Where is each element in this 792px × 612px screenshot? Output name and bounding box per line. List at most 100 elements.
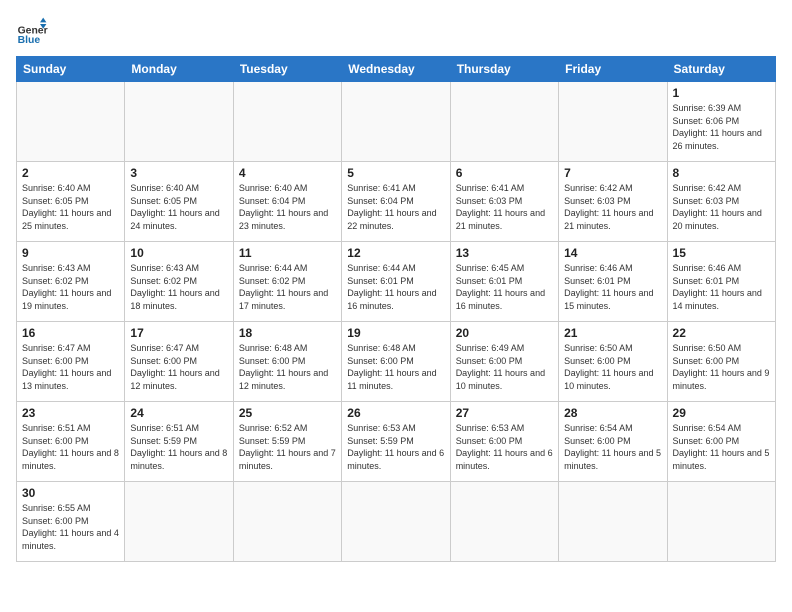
weekday-sunday: Sunday [17, 57, 125, 82]
day-number: 24 [130, 406, 227, 420]
day-info: Sunrise: 6:40 AM Sunset: 6:05 PM Dayligh… [130, 182, 227, 232]
day-info: Sunrise: 6:48 AM Sunset: 6:00 PM Dayligh… [239, 342, 336, 392]
day-info: Sunrise: 6:43 AM Sunset: 6:02 PM Dayligh… [130, 262, 227, 312]
calendar-cell: 12 Sunrise: 6:44 AM Sunset: 6:01 PM Dayli… [342, 242, 450, 322]
day-info: Sunrise: 6:49 AM Sunset: 6:00 PM Dayligh… [456, 342, 553, 392]
calendar-cell: 19 Sunrise: 6:48 AM Sunset: 6:00 PM Dayli… [342, 322, 450, 402]
day-info: Sunrise: 6:39 AM Sunset: 6:06 PM Dayligh… [673, 102, 770, 152]
day-number: 30 [22, 486, 119, 500]
calendar-cell: 16 Sunrise: 6:47 AM Sunset: 6:00 PM Dayli… [17, 322, 125, 402]
calendar-cell: 25 Sunrise: 6:52 AM Sunset: 5:59 PM Dayli… [233, 402, 341, 482]
day-info: Sunrise: 6:54 AM Sunset: 6:00 PM Dayligh… [673, 422, 770, 472]
calendar-cell: 5Sunrise: 6:41 AM Sunset: 6:04 PM Daylig… [342, 162, 450, 242]
logo-icon: General Blue [16, 16, 48, 48]
day-number: 29 [673, 406, 770, 420]
day-number: 21 [564, 326, 661, 340]
calendar-body: 1 Sunrise: 6:39 AM Sunset: 6:06 PM Daylig… [17, 82, 776, 562]
calendar-cell: 24 Sunrise: 6:51 AM Sunset: 5:59 PM Dayli… [125, 402, 233, 482]
day-number: 9 [22, 246, 119, 260]
day-info: Sunrise: 6:51 AM Sunset: 6:00 PM Dayligh… [22, 422, 119, 472]
calendar-cell: 7 Sunrise: 6:42 AM Sunset: 6:03 PM Daylig… [559, 162, 667, 242]
calendar-cell: 27 Sunrise: 6:53 AM Sunset: 6:00 PM Dayli… [450, 402, 558, 482]
weekday-wednesday: Wednesday [342, 57, 450, 82]
day-info: Sunrise: 6:40 AM Sunset: 6:04 PM Dayligh… [239, 182, 336, 232]
weekday-friday: Friday [559, 57, 667, 82]
day-info: Sunrise: 6:42 AM Sunset: 6:03 PM Dayligh… [564, 182, 661, 232]
weekday-header-row: SundayMondayTuesdayWednesdayThursdayFrid… [17, 57, 776, 82]
calendar-cell: 26Sunrise: 6:53 AM Sunset: 5:59 PM Dayli… [342, 402, 450, 482]
calendar-cell: 9Sunrise: 6:43 AM Sunset: 6:02 PM Daylig… [17, 242, 125, 322]
calendar-week-0: 1 Sunrise: 6:39 AM Sunset: 6:06 PM Daylig… [17, 82, 776, 162]
day-info: Sunrise: 6:46 AM Sunset: 6:01 PM Dayligh… [673, 262, 770, 312]
day-number: 27 [456, 406, 553, 420]
day-info: Sunrise: 6:44 AM Sunset: 6:02 PM Dayligh… [239, 262, 336, 312]
day-info: Sunrise: 6:47 AM Sunset: 6:00 PM Dayligh… [130, 342, 227, 392]
calendar-week-3: 16 Sunrise: 6:47 AM Sunset: 6:00 PM Dayli… [17, 322, 776, 402]
day-info: Sunrise: 6:54 AM Sunset: 6:00 PM Dayligh… [564, 422, 661, 472]
calendar-week-2: 9 Sunrise: 6:43 AM Sunset: 6:02 PM Daylig… [17, 242, 776, 322]
day-info: Sunrise: 6:53 AM Sunset: 5:59 PM Dayligh… [347, 422, 444, 472]
day-number: 7 [564, 166, 661, 180]
calendar-table: SundayMondayTuesdayWednesdayThursdayFrid… [16, 56, 776, 562]
calendar-cell: 6 Sunrise: 6:41 AM Sunset: 6:03 PM Daylig… [450, 162, 558, 242]
day-number: 10 [130, 246, 227, 260]
day-number: 12 [347, 246, 444, 260]
calendar-cell [233, 482, 341, 562]
calendar-cell: 20 Sunrise: 6:49 AM Sunset: 6:00 PM Dayli… [450, 322, 558, 402]
day-number: 19 [347, 326, 444, 340]
day-number: 2 [22, 166, 119, 180]
day-info: Sunrise: 6:41 AM Sunset: 6:03 PM Dayligh… [456, 182, 553, 232]
day-info: Sunrise: 6:42 AM Sunset: 6:03 PM Dayligh… [673, 182, 770, 232]
weekday-thursday: Thursday [450, 57, 558, 82]
calendar-cell [450, 482, 558, 562]
calendar-cell [125, 482, 233, 562]
calendar-cell: 15 Sunrise: 6:46 AM Sunset: 6:01 PM Dayli… [667, 242, 775, 322]
calendar-cell: 29 Sunrise: 6:54 AM Sunset: 6:00 PM Dayli… [667, 402, 775, 482]
day-info: Sunrise: 6:52 AM Sunset: 5:59 PM Dayligh… [239, 422, 336, 472]
day-number: 22 [673, 326, 770, 340]
calendar-cell [559, 82, 667, 162]
page-header: General Blue [16, 16, 776, 48]
day-info: Sunrise: 6:41 AM Sunset: 6:04 PM Dayligh… [347, 182, 444, 232]
day-info: Sunrise: 6:44 AM Sunset: 6:01 PM Dayligh… [347, 262, 444, 312]
calendar-cell: 14Sunrise: 6:46 AM Sunset: 6:01 PM Dayli… [559, 242, 667, 322]
calendar-cell: 3Sunrise: 6:40 AM Sunset: 6:05 PM Daylig… [125, 162, 233, 242]
day-number: 17 [130, 326, 227, 340]
day-info: Sunrise: 6:45 AM Sunset: 6:01 PM Dayligh… [456, 262, 553, 312]
day-number: 16 [22, 326, 119, 340]
day-number: 18 [239, 326, 336, 340]
calendar-cell [342, 482, 450, 562]
calendar-cell [125, 82, 233, 162]
calendar-cell [450, 82, 558, 162]
calendar-cell: 8 Sunrise: 6:42 AM Sunset: 6:03 PM Daylig… [667, 162, 775, 242]
weekday-monday: Monday [125, 57, 233, 82]
day-number: 13 [456, 246, 553, 260]
weekday-saturday: Saturday [667, 57, 775, 82]
calendar-cell [342, 82, 450, 162]
day-number: 8 [673, 166, 770, 180]
calendar-cell [233, 82, 341, 162]
svg-text:Blue: Blue [18, 35, 41, 46]
calendar-cell: 10 Sunrise: 6:43 AM Sunset: 6:02 PM Dayli… [125, 242, 233, 322]
day-number: 6 [456, 166, 553, 180]
calendar-cell: 13 Sunrise: 6:45 AM Sunset: 6:01 PM Dayli… [450, 242, 558, 322]
day-info: Sunrise: 6:40 AM Sunset: 6:05 PM Dayligh… [22, 182, 119, 232]
calendar-cell: 1 Sunrise: 6:39 AM Sunset: 6:06 PM Daylig… [667, 82, 775, 162]
day-info: Sunrise: 6:47 AM Sunset: 6:00 PM Dayligh… [22, 342, 119, 392]
day-number: 20 [456, 326, 553, 340]
calendar-cell [667, 482, 775, 562]
day-info: Sunrise: 6:48 AM Sunset: 6:00 PM Dayligh… [347, 342, 444, 392]
day-number: 25 [239, 406, 336, 420]
calendar-cell: 17 Sunrise: 6:47 AM Sunset: 6:00 PM Dayli… [125, 322, 233, 402]
day-info: Sunrise: 6:51 AM Sunset: 5:59 PM Dayligh… [130, 422, 227, 472]
calendar-cell: 30Sunrise: 6:55 AM Sunset: 6:00 PM Dayli… [17, 482, 125, 562]
calendar-cell: 18 Sunrise: 6:48 AM Sunset: 6:00 PM Dayli… [233, 322, 341, 402]
weekday-tuesday: Tuesday [233, 57, 341, 82]
day-number: 15 [673, 246, 770, 260]
day-info: Sunrise: 6:53 AM Sunset: 6:00 PM Dayligh… [456, 422, 553, 472]
day-info: Sunrise: 6:50 AM Sunset: 6:00 PM Dayligh… [673, 342, 770, 392]
day-number: 4 [239, 166, 336, 180]
calendar-cell [17, 82, 125, 162]
day-number: 1 [673, 86, 770, 100]
calendar-cell: 22 Sunrise: 6:50 AM Sunset: 6:00 PM Dayli… [667, 322, 775, 402]
